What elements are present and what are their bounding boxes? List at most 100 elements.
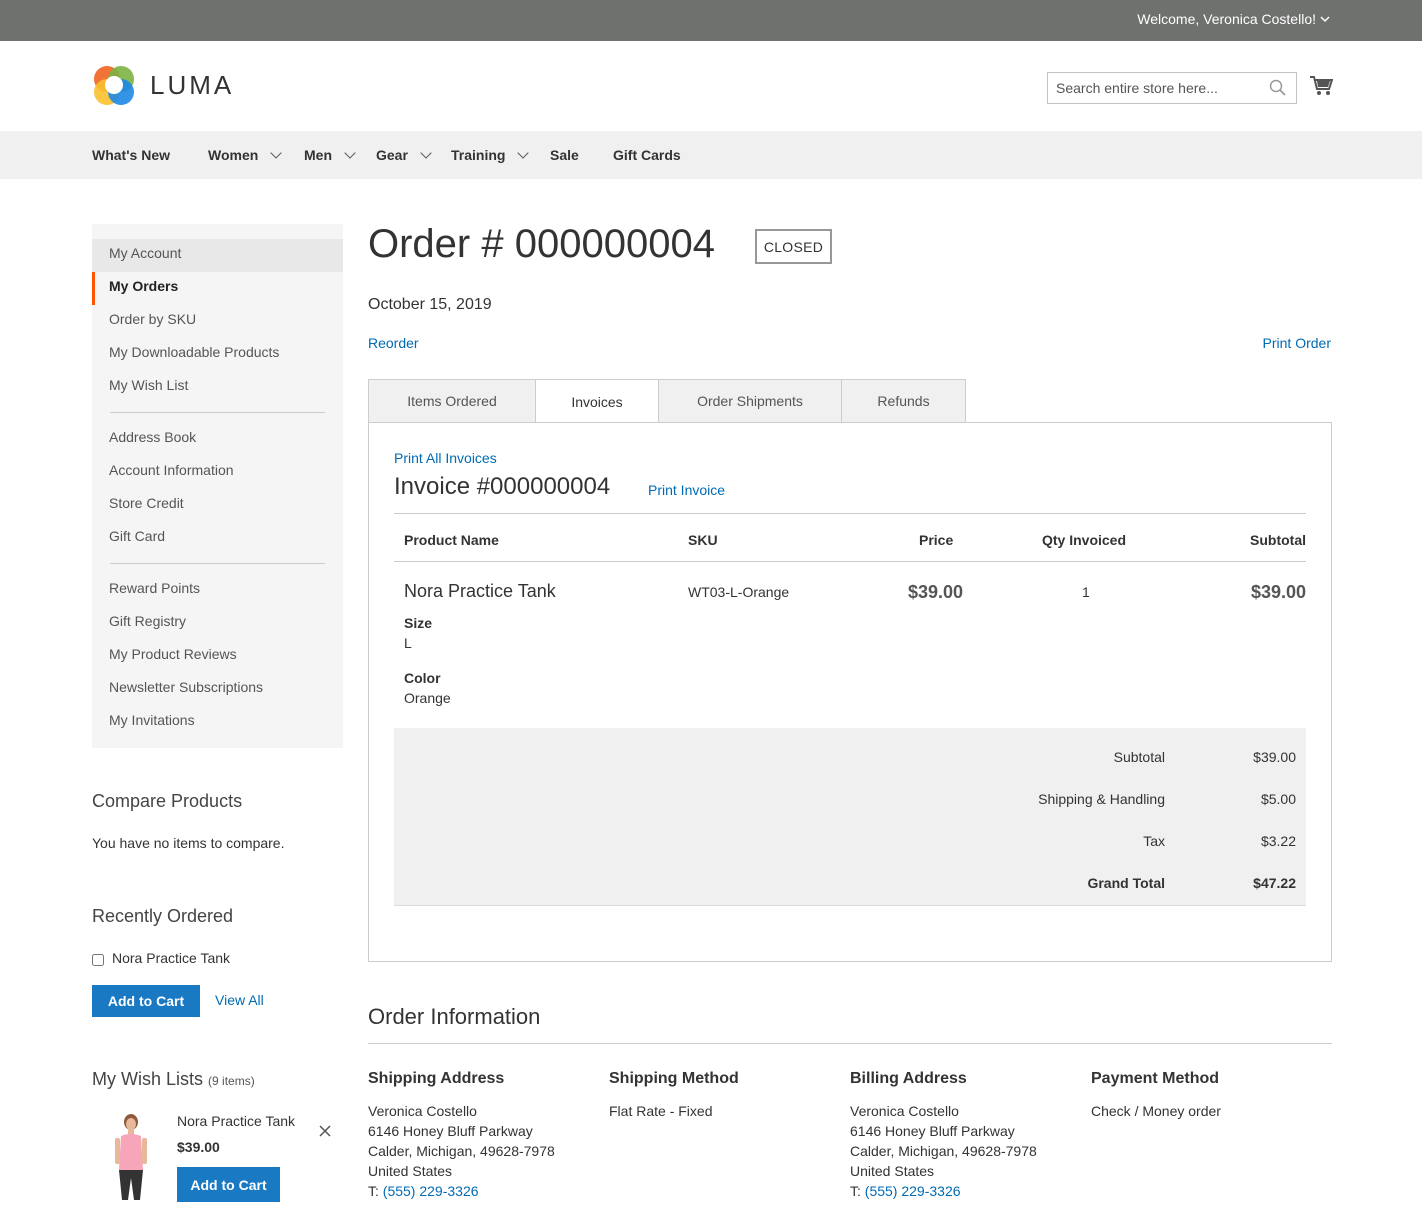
sidebar-item-store-credit[interactable]: Store Credit xyxy=(92,489,343,522)
nav-label: Sale xyxy=(550,147,579,163)
product-sku: WT03-L-Orange xyxy=(688,584,790,600)
wishlist-item-name[interactable]: Nora Practice Tank xyxy=(177,1113,295,1129)
chevron-down-icon xyxy=(517,147,530,159)
nav-label: Training xyxy=(451,147,506,163)
sidebar-item-address-book[interactable]: Address Book xyxy=(92,423,343,456)
product-qty: 1 xyxy=(1082,584,1090,600)
table-divider xyxy=(394,561,1306,562)
cart-icon[interactable] xyxy=(1309,75,1333,97)
address-line: 6146 Honey Bluff Parkway xyxy=(368,1123,533,1139)
store-logo[interactable]: LUMA xyxy=(92,63,234,107)
shipping-method-box: Shipping Method Flat Rate - Fixed xyxy=(609,1070,839,1121)
totals-subtotal-value: $39.00 xyxy=(1253,749,1296,765)
customer-welcome-menu[interactable]: Welcome, Veronica Costello! xyxy=(1137,11,1330,27)
main-navigation: What's New Women Men Gear Training Sale … xyxy=(0,131,1422,179)
address-line: Calder, Michigan, 49628-7978 xyxy=(368,1143,555,1159)
payment-method-box: Payment Method Check / Money order xyxy=(1091,1070,1321,1121)
payment-method-value: Check / Money order xyxy=(1091,1103,1221,1119)
phone-prefix: T: xyxy=(368,1183,379,1199)
sidebar-item-gift-registry[interactable]: Gift Registry xyxy=(92,607,343,640)
column-header-product-name: Product Name xyxy=(404,532,499,548)
tab-order-shipments[interactable]: Order Shipments xyxy=(658,379,841,423)
phone-prefix: T: xyxy=(850,1183,861,1199)
chevron-down-icon xyxy=(1320,16,1330,23)
nav-women[interactable]: Women xyxy=(208,147,282,163)
order-tabs: Items Ordered Invoices Order Shipments R… xyxy=(368,379,966,424)
close-icon[interactable] xyxy=(319,1125,331,1137)
wishlist-title: My Wish Lists (9 items) xyxy=(92,1069,255,1090)
payment-method-title: Payment Method xyxy=(1091,1070,1220,1087)
nav-men[interactable]: Men xyxy=(304,147,356,163)
sidebar-item-order-by-sku[interactable]: Order by SKU xyxy=(92,305,343,338)
sidebar-item-newsletter[interactable]: Newsletter Subscriptions xyxy=(92,673,343,706)
address-line: 6146 Honey Bluff Parkway xyxy=(850,1123,1015,1139)
recent-add-to-cart-button[interactable]: Add to Cart xyxy=(92,985,200,1017)
totals-grand-total-value: $47.22 xyxy=(1253,875,1296,891)
nav-label: Gear xyxy=(376,147,408,163)
recent-item: Nora Practice Tank xyxy=(92,950,230,966)
recently-ordered-title: Recently Ordered xyxy=(92,906,234,926)
tab-refunds[interactable]: Refunds xyxy=(841,379,966,423)
welcome-text: Welcome, Veronica Costello! xyxy=(1137,11,1316,27)
shipping-address-title: Shipping Address xyxy=(368,1070,505,1087)
address-phone: T: (555) 229-3326 xyxy=(368,1181,598,1201)
sidebar-item-account-information[interactable]: Account Information xyxy=(92,456,343,489)
order-date: October 15, 2019 xyxy=(368,296,492,313)
search-box xyxy=(1047,72,1297,104)
page-header: LUMA xyxy=(0,41,1422,131)
product-thumbnail-image[interactable] xyxy=(106,1112,156,1202)
tab-invoices[interactable]: Invoices xyxy=(535,379,658,424)
order-status-badge: CLOSED xyxy=(755,229,832,264)
totals-tax-value: $3.22 xyxy=(1260,833,1296,849)
search-input[interactable] xyxy=(1048,73,1263,103)
print-order-link[interactable]: Print Order xyxy=(1263,335,1331,351)
phone-link[interactable]: (555) 229-3326 xyxy=(383,1183,479,1199)
address-line: United States xyxy=(368,1163,453,1179)
sidebar-item-gift-card[interactable]: Gift Card xyxy=(92,522,343,555)
column-header-subtotal: Subtotal xyxy=(1250,532,1306,548)
order-information-title: Order Information xyxy=(368,1004,541,1029)
print-all-invoices-link[interactable]: Print All Invoices xyxy=(394,450,497,466)
nav-label: What's New xyxy=(92,147,171,163)
compare-empty-text: You have no items to compare. xyxy=(92,835,285,851)
address-line: Veronica Costello xyxy=(368,1103,477,1119)
nav-whats-new[interactable]: What's New xyxy=(92,147,170,163)
sidebar-item-my-orders[interactable]: My Orders xyxy=(92,272,343,305)
product-name: Nora Practice Tank xyxy=(404,581,556,601)
nav-sale[interactable]: Sale xyxy=(550,147,579,163)
recent-item-name[interactable]: Nora Practice Tank xyxy=(112,950,230,966)
tab-items-ordered[interactable]: Items Ordered xyxy=(368,379,535,423)
sidebar-item-my-account[interactable]: My Account xyxy=(92,239,343,272)
sidebar-item-wish-list[interactable]: My Wish List xyxy=(92,371,343,404)
wishlist-add-to-cart-button[interactable]: Add to Cart xyxy=(177,1167,280,1202)
logo-text: LUMA xyxy=(150,69,235,100)
nav-training[interactable]: Training xyxy=(451,147,530,163)
sidebar-item-product-reviews[interactable]: My Product Reviews xyxy=(92,640,343,673)
recent-item-checkbox[interactable] xyxy=(92,953,104,966)
option-label-color: Color xyxy=(404,670,441,686)
totals-tax-label: Tax xyxy=(1143,833,1165,849)
luma-logo-icon xyxy=(94,66,134,105)
nav-label: Men xyxy=(304,147,332,163)
reorder-link[interactable]: Reorder xyxy=(368,335,419,351)
top-bar: Welcome, Veronica Costello! xyxy=(0,0,1422,41)
product-subtotal: $39.00 xyxy=(1250,582,1306,602)
totals-shipping-label: Shipping & Handling xyxy=(1038,791,1165,807)
page-title: Order # 000000004 xyxy=(368,222,715,266)
column-header-price: Price xyxy=(919,532,954,548)
view-all-link[interactable]: View All xyxy=(215,992,264,1008)
product-price: $39.00 xyxy=(908,582,964,602)
address-line: Veronica Costello xyxy=(850,1103,959,1119)
nav-gift-cards[interactable]: Gift Cards xyxy=(613,147,681,163)
sidebar-item-downloadable-products[interactable]: My Downloadable Products xyxy=(92,338,343,371)
sidebar-divider xyxy=(110,412,325,413)
table-divider xyxy=(394,513,1306,514)
print-invoice-link[interactable]: Print Invoice xyxy=(648,482,725,498)
phone-link[interactable]: (555) 229-3326 xyxy=(865,1183,961,1199)
sidebar-item-invitations[interactable]: My Invitations xyxy=(92,706,343,739)
billing-address-title: Billing Address xyxy=(850,1070,967,1087)
sidebar-item-reward-points[interactable]: Reward Points xyxy=(92,574,343,607)
nav-gear[interactable]: Gear xyxy=(376,147,432,163)
search-icon[interactable] xyxy=(1269,79,1287,97)
totals-subtotal-label: Subtotal xyxy=(1113,749,1165,765)
